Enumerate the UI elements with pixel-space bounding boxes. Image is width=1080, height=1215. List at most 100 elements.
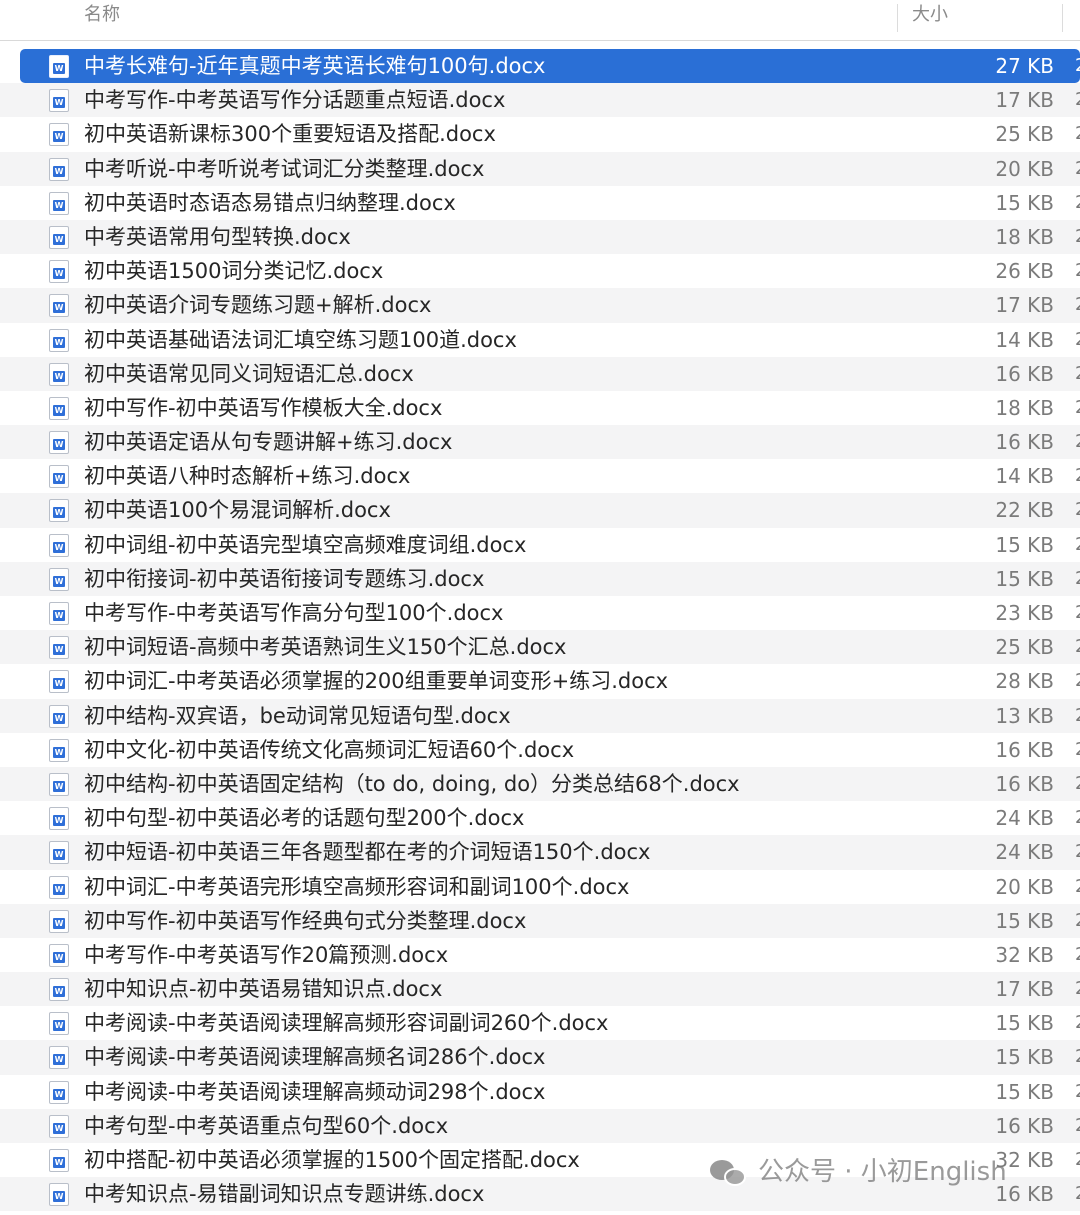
file-size: 15 KB — [995, 1045, 1054, 1070]
word-doc-icon: W — [49, 670, 69, 694]
file-size: 16 KB — [995, 1113, 1054, 1138]
file-row[interactable]: W 初中词汇-中考英语必须掌握的200组重要单词变形+练习.docx 28 KB 2 — [0, 664, 1080, 699]
file-row[interactable]: W 中考阅读-中考英语阅读理解高频名词286个.docx 15 KB 2 — [0, 1040, 1080, 1075]
word-doc-icon: W — [49, 567, 69, 591]
word-doc-icon: W — [49, 602, 69, 625]
truncated-column-edge: 2 — [1075, 870, 1080, 904]
file-row[interactable]: W 初中结构-初中英语固定结构（to do, doing, do）分类总结68个.… — [0, 766, 1080, 802]
file-row[interactable]: W 中考写作-中考英语写作20篇预测.docx 32 KB 2 — [0, 937, 1080, 973]
word-doc-icon: W — [49, 1114, 69, 1138]
file-row[interactable]: W 初中结构-双宾语，be动词常见短语句型.docx 13 KB 2 — [0, 698, 1080, 733]
file-size: 14 KB — [995, 327, 1054, 352]
file-row[interactable]: W 中考阅读-中考英语阅读理解高频动词298个.docx 15 KB 2 — [0, 1074, 1080, 1109]
file-size: 15 KB — [995, 908, 1054, 933]
file-row[interactable]: W 中考阅读-中考英语阅读理解高频形容词副词260个.docx 15 KB 2 — [0, 1006, 1080, 1041]
truncated-column-edge: 2 — [1075, 186, 1080, 220]
file-name: 初中英语基础语法词汇填空练习题100道.docx — [84, 327, 517, 352]
word-doc-icon: W — [49, 465, 69, 489]
truncated-column-edge: 2 — [1075, 904, 1080, 938]
file-row[interactable]: W 初中英语时态语态易错点归纳整理.docx 15 KB 2 — [0, 185, 1080, 220]
file-row[interactable]: W 初中词组-初中英语完型填空高频难度词组.docx 15 KB 2 — [0, 527, 1080, 562]
file-size: 25 KB — [995, 122, 1054, 147]
file-size: 32 KB — [995, 942, 1054, 967]
file-row[interactable]: W 中考句型-中考英语重点句型60个.docx 16 KB 2 — [0, 1108, 1080, 1143]
truncated-column-edge: 2 — [1075, 391, 1080, 425]
file-name: 中考听说-中考听说考试词汇分类整理.docx — [84, 156, 485, 181]
file-row[interactable]: W 初中知识点-初中英语易错知识点.docx 17 KB 2 — [0, 972, 1080, 1007]
file-size: 25 KB — [995, 635, 1054, 660]
truncated-column-edge: 2 — [1075, 1040, 1080, 1074]
truncated-column-edge: 2 — [1075, 459, 1080, 493]
file-row[interactable]: W 初中写作-初中英语写作经典句式分类整理.docx 15 KB 2 — [0, 903, 1080, 938]
word-doc-icon: W — [49, 909, 69, 933]
file-size: 24 KB — [995, 806, 1054, 831]
file-size: 16 KB — [995, 737, 1054, 762]
word-doc-icon: W — [49, 978, 69, 1002]
file-row[interactable]: W 初中英语100个易混词解析.docx 22 KB 2 — [0, 493, 1080, 528]
truncated-column-edge: 2 — [1075, 1109, 1080, 1143]
truncated-column-edge: 2 — [1075, 664, 1080, 698]
file-row[interactable]: W 初中句型-初中英语必考的话题句型200个.docx 24 KB 2 — [0, 801, 1080, 836]
file-row[interactable]: W 初中衔接词-初中英语衔接词专题练习.docx 15 KB 2 — [0, 561, 1080, 596]
file-name: 初中词组-初中英语完型填空高频难度词组.docx — [84, 532, 527, 557]
file-row[interactable]: W 初中英语新课标300个重要短语及搭配.docx 25 KB 2 — [0, 117, 1080, 152]
column-header-size[interactable]: 大小 — [912, 0, 948, 40]
file-name: 初中结构-双宾语，be动词常见短语句型.docx — [84, 703, 511, 728]
truncated-column-edge: 2 — [1075, 1143, 1080, 1177]
truncated-column-edge: 2 — [1075, 630, 1080, 664]
file-name: 初中句型-初中英语必考的话题句型200个.docx — [84, 806, 525, 831]
file-size: 20 KB — [995, 874, 1054, 899]
file-row[interactable]: W 中考长难句-近年真题中考英语长难句100句.docx 27 KB 2 — [20, 49, 1080, 84]
word-doc-icon: W — [49, 1183, 69, 1207]
file-row[interactable]: W 初中词汇-中考英语完形填空高频形容词和副词100个.docx 20 KB 2 — [0, 869, 1080, 904]
file-name: 初中英语介词专题练习题+解析.docx — [84, 293, 432, 318]
file-row[interactable]: W 中考写作-中考英语写作分话题重点短语.docx 17 KB 2 — [0, 83, 1080, 118]
file-name: 初中写作-初中英语写作经典句式分类整理.docx — [84, 908, 527, 933]
word-doc-icon: W — [49, 328, 69, 352]
file-row[interactable]: W 中考写作-中考英语写作高分句型100个.docx 23 KB 2 — [0, 596, 1080, 631]
truncated-column-edge: 2 — [1075, 596, 1080, 630]
file-name: 初中短语-初中英语三年各题型都在考的介词短语150个.docx — [84, 840, 651, 865]
column-header-name[interactable]: 名称 — [84, 0, 120, 40]
file-name: 初中英语八种时态解析+练习.docx — [84, 464, 411, 489]
file-row[interactable]: W 初中文化-初中英语传统文化高频词汇短语60个.docx 16 KB 2 — [0, 732, 1080, 767]
file-row[interactable]: W 中考听说-中考听说考试词汇分类整理.docx 20 KB 2 — [0, 151, 1080, 186]
word-doc-icon: W — [49, 533, 69, 557]
file-name: 初中知识点-初中英语易错知识点.docx — [84, 977, 443, 1002]
file-name: 初中英语1500词分类记忆.docx — [84, 259, 384, 284]
file-size: 16 KB — [995, 361, 1054, 386]
word-doc-icon: W — [49, 123, 69, 147]
file-size: 15 KB — [995, 566, 1054, 591]
word-doc-icon: W — [49, 1149, 69, 1172]
file-row[interactable]: W 初中短语-初中英语三年各题型都在考的介词短语150个.docx 24 KB 2 — [0, 835, 1080, 870]
word-doc-icon: W — [49, 841, 69, 865]
truncated-column-edge: 2 — [1075, 357, 1080, 391]
file-size: 15 KB — [995, 1079, 1054, 1104]
file-row[interactable]: W 初中英语1500词分类记忆.docx 26 KB 2 — [0, 254, 1080, 289]
file-row[interactable]: W 中考英语常用句型转换.docx 18 KB 2 — [0, 219, 1080, 255]
file-row[interactable]: W 初中英语八种时态解析+练习.docx 14 KB 2 — [0, 459, 1080, 494]
file-row[interactable]: W 初中写作-初中英语写作模板大全.docx 18 KB 2 — [0, 390, 1080, 426]
truncated-column-edge: 2 — [1075, 972, 1080, 1006]
word-doc-icon: W — [49, 807, 69, 831]
truncated-column-edge: 2 — [1075, 1075, 1080, 1109]
file-row[interactable]: W 初中英语基础语法词汇填空练习题100道.docx 14 KB 2 — [0, 322, 1080, 357]
word-doc-icon: W — [49, 191, 69, 215]
file-name: 初中词汇-中考英语必须掌握的200组重要单词变形+练习.docx — [84, 669, 669, 694]
column-divider[interactable] — [1062, 4, 1063, 32]
column-divider[interactable] — [897, 4, 898, 32]
word-doc-icon: W — [49, 362, 69, 386]
word-doc-icon: W — [49, 943, 69, 967]
file-row[interactable]: W 初中词短语-高频中考英语熟词生义150个汇总.docx 25 KB 2 — [0, 630, 1080, 665]
word-doc-icon: W — [49, 738, 69, 762]
file-row[interactable]: W 初中英语定语从句专题讲解+练习.docx 16 KB 2 — [0, 425, 1080, 460]
file-name: 初中搭配-初中英语必须掌握的1500个固定搭配.docx — [84, 1148, 580, 1172]
word-doc-icon: W — [49, 260, 69, 284]
file-size: 15 KB — [995, 532, 1054, 557]
word-doc-icon: W — [49, 875, 69, 899]
file-row[interactable]: W 初中英语常见同义词短语汇总.docx 16 KB 2 — [0, 356, 1080, 391]
truncated-column-edge: 2 — [1075, 733, 1080, 767]
file-name: 中考写作-中考英语写作高分句型100个.docx — [84, 601, 504, 625]
file-row[interactable]: W 初中英语介词专题练习题+解析.docx 17 KB 2 — [0, 288, 1080, 323]
wechat-icon — [710, 1158, 748, 1188]
